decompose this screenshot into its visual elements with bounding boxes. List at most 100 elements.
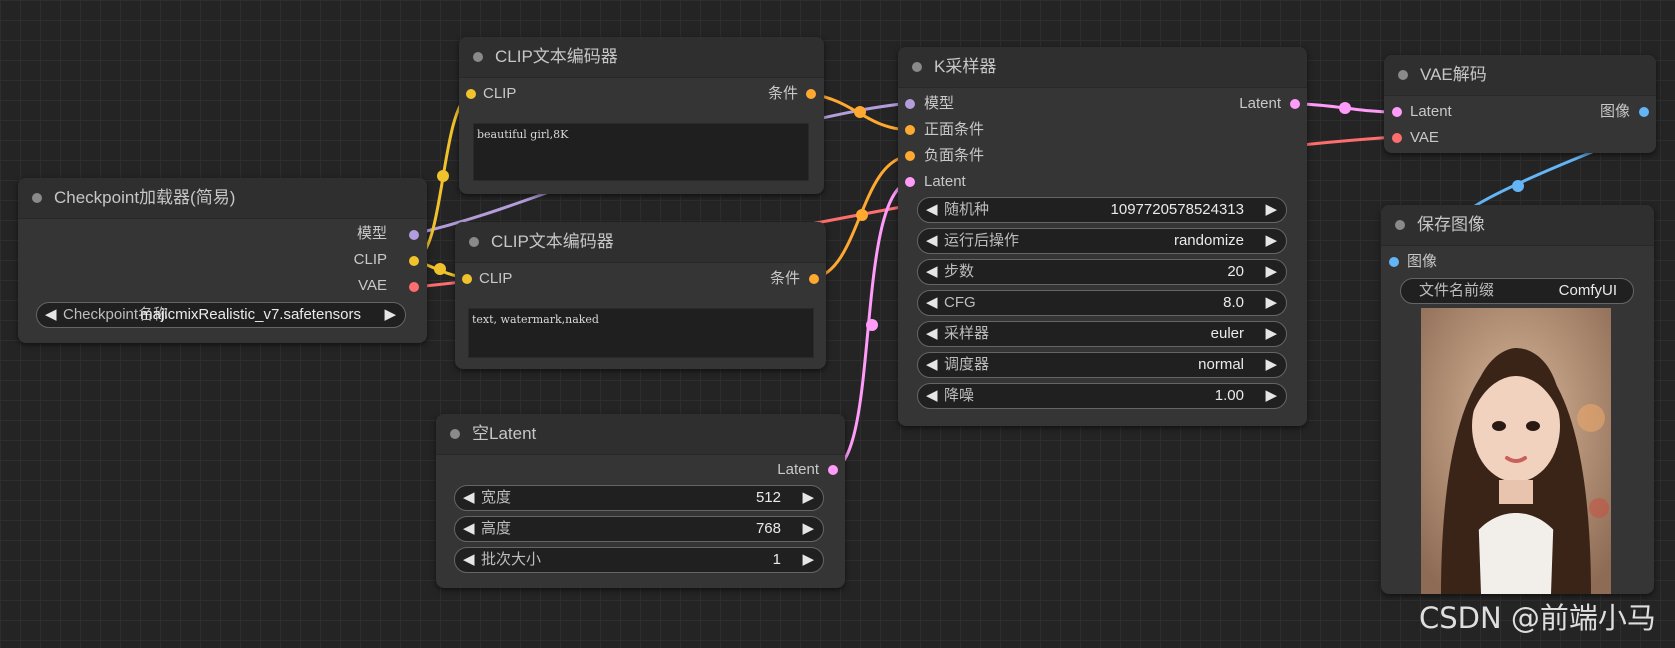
collapse-dot-icon[interactable] — [1395, 220, 1405, 230]
filename-prefix-input[interactable]: 文件名前缀 ComfyUI — [1400, 278, 1634, 304]
right-triangle-icon[interactable]: ▶ — [384, 306, 396, 324]
input-negative-label: 负面条件 — [924, 147, 985, 164]
input-latent-socket[interactable] — [1392, 107, 1402, 117]
input-latent-socket[interactable] — [905, 177, 915, 187]
right-triangle-icon[interactable]: ▶ — [1265, 294, 1277, 312]
output-image-socket[interactable] — [1639, 107, 1649, 117]
checkpoint-name-combo[interactable]: ◀ Checkpoint名称 majicmixRealistic_v7.safe… — [36, 302, 406, 328]
output-latent-label: Latent — [777, 461, 819, 478]
vae-decode-node[interactable]: VAE解码 Latent VAE 图像 — [1384, 55, 1656, 153]
ksampler-title: K采样器 — [934, 57, 997, 76]
left-triangle-icon[interactable]: ◀ — [926, 263, 938, 281]
vae-decode-title: VAE解码 — [1420, 65, 1487, 84]
right-triangle-icon[interactable]: ▶ — [1265, 263, 1277, 281]
input-clip-label: CLIP — [483, 85, 517, 102]
collapse-dot-icon[interactable] — [912, 62, 922, 72]
right-triangle-icon[interactable]: ▶ — [1265, 387, 1277, 405]
right-triangle-icon[interactable]: ▶ — [1265, 201, 1277, 219]
input-vae-socket[interactable] — [1392, 133, 1402, 143]
node-title[interactable]: Checkpoint加载器(简易) — [18, 178, 427, 219]
input-positive-label: 正面条件 — [924, 121, 985, 138]
denoise-stepper[interactable]: ◀ 降噪 1.00 ▶ — [917, 383, 1287, 409]
node-title[interactable]: 保存图像 — [1381, 205, 1654, 246]
watermark-text: CSDN @前端小马 — [1419, 601, 1656, 635]
left-triangle-icon[interactable]: ◀ — [463, 520, 475, 538]
right-triangle-icon[interactable]: ▶ — [802, 551, 814, 569]
collapse-dot-icon[interactable] — [469, 237, 479, 247]
output-clip: CLIP — [353, 251, 387, 268]
output-cond-label: 条件 — [767, 85, 798, 102]
left-triangle-icon[interactable]: ◀ — [926, 201, 938, 219]
left-triangle-icon[interactable]: ◀ — [926, 387, 938, 405]
right-triangle-icon[interactable]: ▶ — [1265, 232, 1277, 250]
output-image-preview[interactable] — [1421, 308, 1611, 594]
node-title[interactable]: CLIP文本编码器 — [455, 222, 826, 263]
sampler-combo[interactable]: ◀ 采样器 euler ▶ — [917, 321, 1287, 347]
prompt-textarea[interactable]: text, watermark,naked — [468, 308, 814, 358]
width-stepper[interactable]: ◀ 宽度 512 ▶ — [454, 485, 824, 511]
left-triangle-icon[interactable]: ◀ — [463, 489, 475, 507]
node-title[interactable]: K采样器 — [898, 47, 1307, 88]
output-clip-socket[interactable] — [409, 256, 419, 266]
output-model: 模型 — [356, 225, 387, 242]
left-triangle-icon[interactable]: ◀ — [926, 294, 938, 312]
scheduler-combo[interactable]: ◀ 调度器 normal ▶ — [917, 352, 1287, 378]
output-latent-socket[interactable] — [828, 465, 838, 475]
right-triangle-icon[interactable]: ▶ — [1265, 325, 1277, 343]
left-triangle-icon[interactable]: ◀ — [926, 232, 938, 250]
checkpoint-loader-node[interactable]: Checkpoint加载器(简易) 模型 CLIP VAE ◀ Checkpoi… — [18, 178, 427, 343]
empty-latent-title: 空Latent — [472, 424, 537, 443]
input-negative-socket[interactable] — [905, 151, 915, 161]
input-clip-label: CLIP — [479, 270, 513, 287]
right-triangle-icon[interactable]: ▶ — [802, 520, 814, 538]
left-triangle-icon[interactable]: ◀ — [926, 325, 938, 343]
right-triangle-icon[interactable]: ▶ — [802, 489, 814, 507]
output-latent-label: Latent — [1239, 95, 1281, 112]
node-title[interactable]: CLIP文本编码器 — [459, 37, 824, 78]
portrait-image — [1421, 308, 1611, 594]
ksampler-node[interactable]: K采样器 模型 Latent 正面条件 负面条件 Latent ◀ 随机种 10… — [898, 47, 1307, 426]
input-model-socket[interactable] — [905, 99, 915, 109]
output-cond-label: 条件 — [769, 270, 800, 287]
seed-stepper[interactable]: ◀ 随机种 1097720578524313 ▶ — [917, 197, 1287, 223]
collapse-dot-icon[interactable] — [1398, 70, 1408, 80]
output-vae-socket[interactable] — [409, 282, 419, 292]
input-model-label: 模型 — [924, 95, 955, 112]
node-title[interactable]: VAE解码 — [1384, 55, 1656, 96]
empty-latent-node[interactable]: 空Latent Latent ◀ 宽度 512 ▶ ◀ 高度 768 ▶ ◀ 批… — [436, 414, 845, 588]
save-image-title: 保存图像 — [1417, 215, 1485, 234]
left-triangle-icon[interactable]: ◀ — [926, 356, 938, 374]
output-vae: VAE — [358, 277, 387, 294]
node-title[interactable]: 空Latent — [436, 414, 845, 455]
cfg-stepper[interactable]: ◀ CFG 8.0 ▶ — [917, 290, 1287, 316]
input-clip-socket[interactable] — [462, 274, 472, 284]
output-cond-socket[interactable] — [809, 274, 819, 284]
left-triangle-icon[interactable]: ◀ — [463, 551, 475, 569]
output-latent-socket[interactable] — [1290, 99, 1300, 109]
control-after-generate-combo[interactable]: ◀ 运行后操作 randomize ▶ — [917, 228, 1287, 254]
output-cond-socket[interactable] — [806, 89, 816, 99]
clip-text-encode-negative-node[interactable]: CLIP文本编码器 CLIP 条件 text, watermark,naked — [455, 222, 826, 369]
collapse-dot-icon[interactable] — [473, 52, 483, 62]
right-triangle-icon[interactable]: ▶ — [1265, 356, 1277, 374]
input-image-label: 图像 — [1407, 253, 1438, 270]
height-stepper[interactable]: ◀ 高度 768 ▶ — [454, 516, 824, 542]
output-image-label: 图像 — [1599, 103, 1630, 120]
input-image-socket[interactable] — [1389, 257, 1399, 267]
collapse-dot-icon[interactable] — [32, 193, 42, 203]
clip-neg-title: CLIP文本编码器 — [491, 232, 614, 251]
clip-pos-title: CLIP文本编码器 — [495, 47, 618, 66]
prompt-textarea[interactable]: beautiful girl,8K — [473, 123, 809, 181]
left-triangle-icon[interactable]: ◀ — [45, 306, 57, 324]
link-image — [1473, 150, 1594, 208]
checkpoint-title: Checkpoint加载器(简易) — [54, 188, 236, 207]
clip-text-encode-positive-node[interactable]: CLIP文本编码器 CLIP 条件 beautiful girl,8K — [459, 37, 824, 194]
output-model-socket[interactable] — [409, 230, 419, 240]
input-latent-label: Latent — [924, 173, 966, 190]
collapse-dot-icon[interactable] — [450, 429, 460, 439]
batch-size-stepper[interactable]: ◀ 批次大小 1 ▶ — [454, 547, 824, 573]
input-latent-label: Latent — [1410, 103, 1452, 120]
steps-stepper[interactable]: ◀ 步数 20 ▶ — [917, 259, 1287, 285]
input-clip-socket[interactable] — [466, 89, 476, 99]
input-positive-socket[interactable] — [905, 125, 915, 135]
